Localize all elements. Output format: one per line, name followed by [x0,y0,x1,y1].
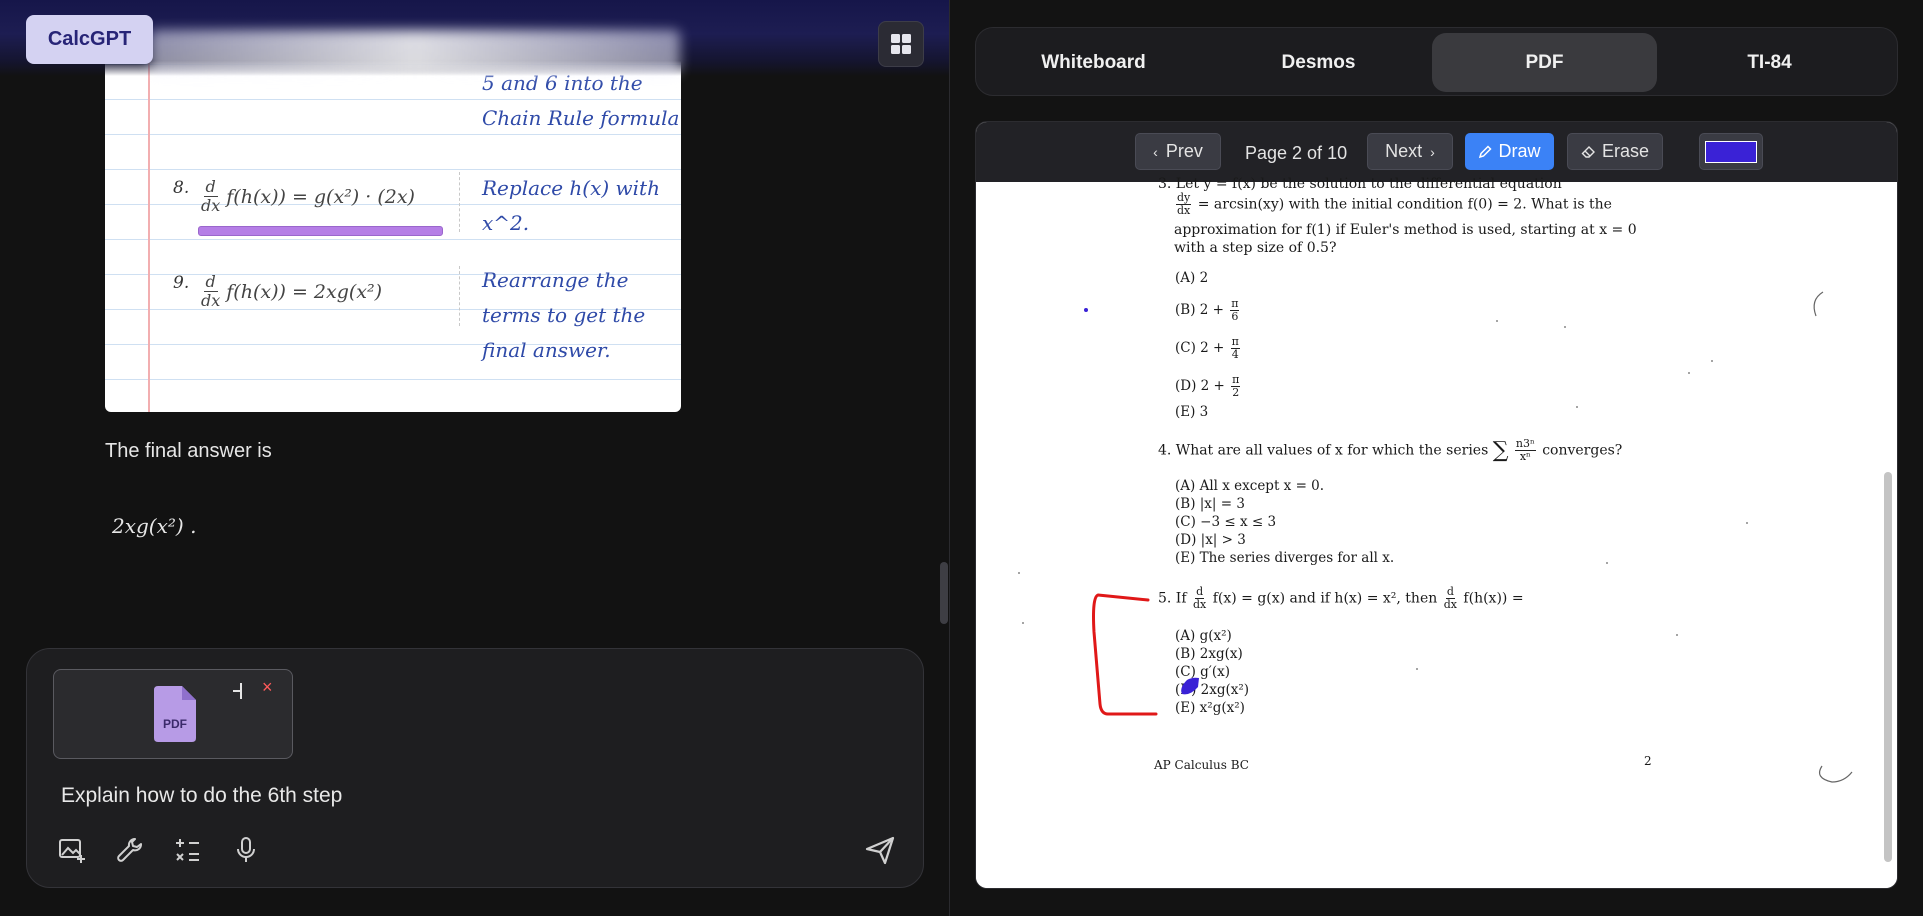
chevron-right-icon: › [1430,143,1435,160]
remove-attachment-button[interactable]: × [262,676,273,698]
q3-line3: approximation for f(1) if Euler's method… [1174,222,1637,238]
tab-pdf[interactable]: PDF [1432,33,1657,92]
q3-line1: 3. Let y = f(x) be the solution to the d… [1158,176,1562,192]
app-logo[interactable]: CalcGPT [26,15,153,64]
calculator-icon[interactable] [173,835,203,865]
grid-icon [891,34,911,54]
step9-number: 9. [173,273,190,293]
q4-choice-a: (A) All x except x = 0. [1175,478,1325,494]
q3-choice-c: (C) 2 + π4 [1175,335,1240,361]
chat-composer: PDF × [26,648,924,888]
chat-scrollbar[interactable] [940,562,948,624]
step7-note-line2: Chain Rule formula. [482,106,681,130]
drawing-layer [1084,291,1853,783]
q3-line4: with a step size of 0.5? [1174,240,1337,256]
step8-divider [459,172,460,232]
next-page-button[interactable]: Next › [1367,133,1453,170]
step8-number: 8. [173,178,190,198]
step7-note: 5 and 6 into the Chain Rule formula. [482,66,681,136]
grid-menu-button[interactable] [878,21,924,67]
blue-dot-annotation [1084,308,1088,312]
pdf-viewer: ‹ Prev Page 2 of 10 Next › Draw Erase 3.… [975,121,1898,889]
step9-derivative: d dx [201,272,221,310]
notebook-margin-line [148,30,150,412]
page-indicator: Page 2 of 10 [1245,143,1348,163]
send-icon[interactable] [863,833,897,867]
svg-text:PDF: PDF [163,717,187,731]
erase-button[interactable]: Erase [1567,133,1663,170]
app-root: 5 and 6 into the Chain Rule formula. 8. … [0,0,1923,916]
step9-note: Rearrange the terms to get the final ans… [482,268,646,362]
pen-color-picker[interactable] [1699,133,1763,170]
tab-ti84[interactable]: TI-84 [1657,33,1882,92]
prev-page-button[interactable]: ‹ Prev [1135,133,1221,170]
chevron-left-icon: ‹ [1153,143,1158,160]
chat-input[interactable] [61,779,881,813]
step9-expression: d dx f(h(x)) = 2xg(x²) [201,272,383,310]
q4-choice-b: (B) |x| = 3 [1175,496,1245,512]
wrench-icon[interactable] [115,835,145,865]
step8-derivative: d dx [201,177,221,215]
color-swatch [1705,140,1757,163]
tool-tabs: Whiteboard Desmos PDF TI-84 [975,27,1898,96]
q4-choice-e: (E) The series diverges for all x. [1175,550,1395,566]
q3-choice-e: (E) 3 [1175,404,1209,420]
q5-choice-c: (C) g′(x) [1175,664,1231,680]
final-answer-text: The final answer is [105,440,272,462]
chat-panel: 5 and 6 into the Chain Rule formula. 8. … [0,0,950,916]
q3-choice-b: (B) 2 + π6 [1175,297,1240,323]
q5-choice-a: (A) g(x²) [1175,628,1232,644]
step9-divider [459,266,460,326]
q4-choice-d: (D) |x| > 3 [1175,532,1246,548]
tools-panel: Whiteboard Desmos PDF TI-84 ‹ Prev Page … [950,0,1923,916]
pencil-icon [1479,144,1493,158]
microphone-icon[interactable] [231,835,261,865]
attachment-chip[interactable]: PDF × [53,669,293,759]
q5-choice-e: (E) x²g(x²) [1175,700,1245,716]
q4-choice-c: (C) −3 ≤ x ≤ 3 [1175,514,1277,530]
step8-expression: d dx f(h(x)) = g(x²) · (2x) [201,177,415,215]
pdf-file-icon: PDF [154,686,196,742]
q3-line2: dy dx = arcsin(xy) with the initial condi… [1176,191,1612,217]
q5-choice-b: (B) 2xg(x) [1175,646,1243,662]
pdf-footer-left: AP Calculus BC [1154,758,1249,772]
q3-choice-a: (A) 2 [1175,270,1209,286]
q3-choice-d: (D) 2 + π2 [1175,373,1241,399]
image-add-icon[interactable] [57,835,87,865]
pdf-page-number: 2 [1644,754,1652,768]
q4-stem: 4. What are all values of x for which th… [1158,437,1623,464]
final-answer-math: 2xg(x²) . [112,514,197,538]
tab-desmos[interactable]: Desmos [1206,33,1431,92]
q5-choice-d: (D) 2xg(x²) [1175,682,1250,698]
expand-icon[interactable] [230,680,252,702]
red-bracket-annotation [1092,593,1158,716]
eraser-icon [1581,145,1595,158]
tab-whiteboard[interactable]: Whiteboard [981,33,1206,92]
solution-notebook: 5 and 6 into the Chain Rule formula. 8. … [105,30,681,412]
step8-note: Replace h(x) with x^2. [482,176,660,235]
q5-stem: 5. If d dx f(x) = g(x) and if h(x) = x², … [1158,585,1524,611]
pdf-page: 3. Let y = f(x) be the solution to the d… [976,176,1897,888]
blurred-content [150,30,680,74]
draw-button[interactable]: Draw [1465,133,1554,170]
pdf-scrollbar[interactable] [1884,472,1892,862]
pdf-toolbar: ‹ Prev Page 2 of 10 Next › Draw Erase [976,122,1897,182]
selection-highlight[interactable] [198,226,443,236]
